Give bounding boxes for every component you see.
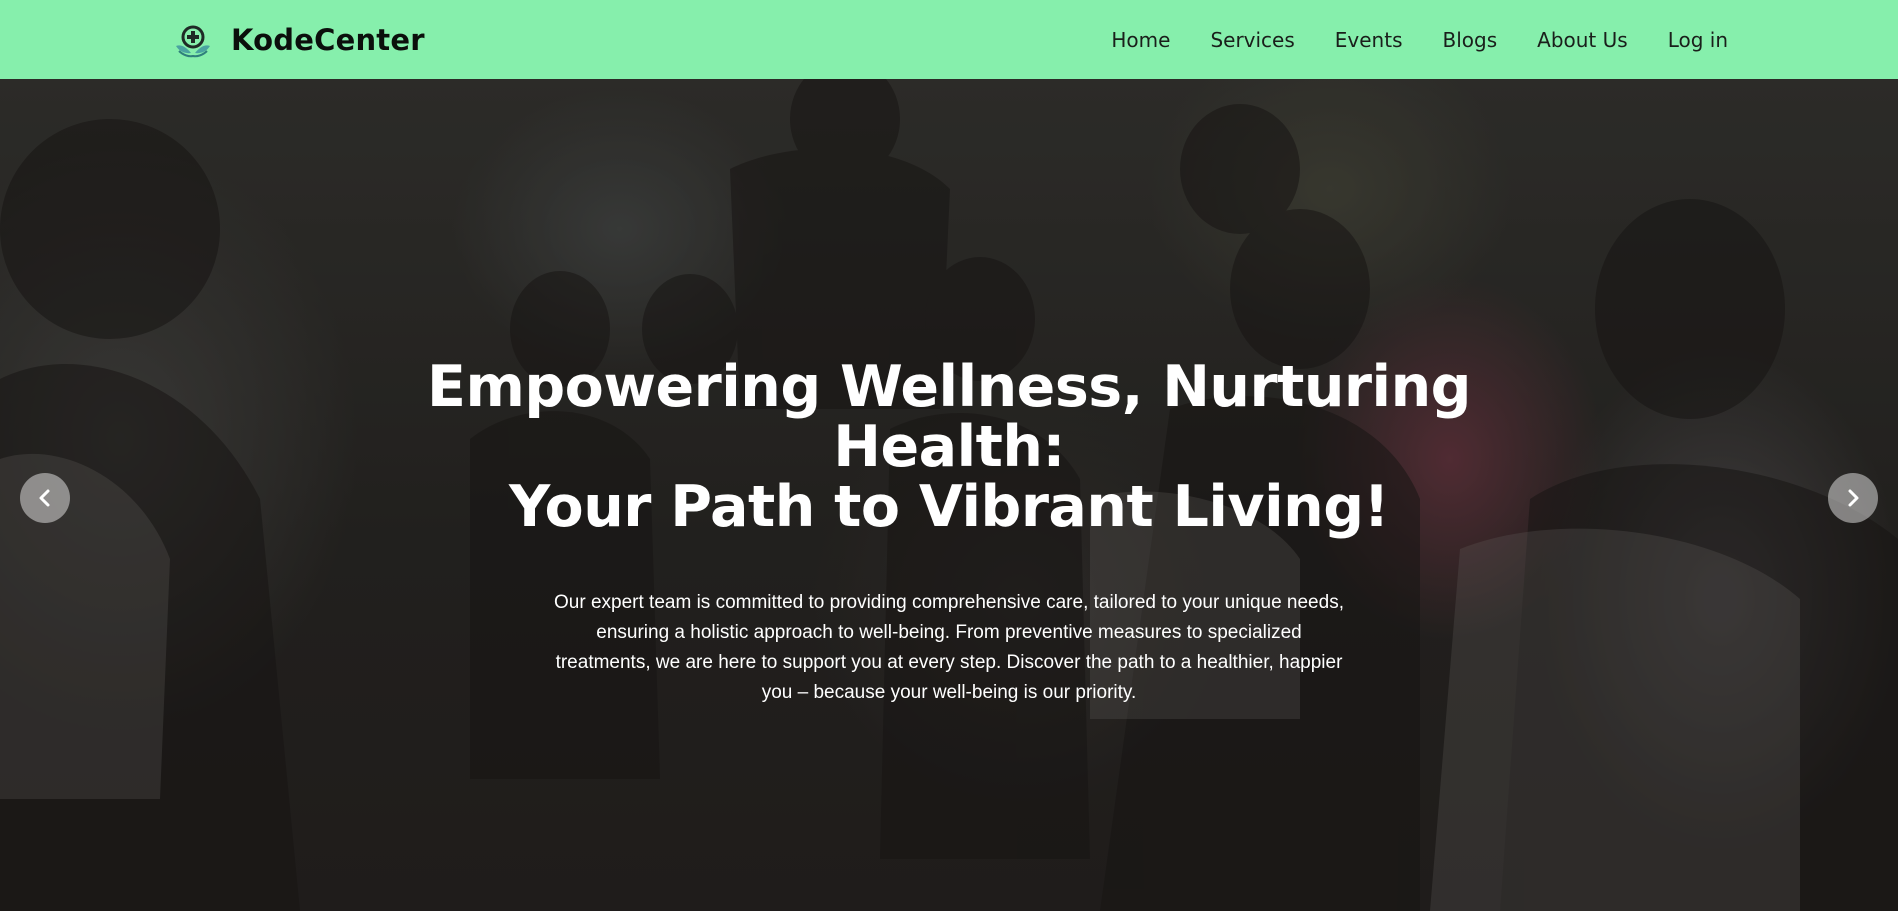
nav-home-link[interactable]: Home [1111, 28, 1170, 52]
nav-blogs-link[interactable]: Blogs [1443, 28, 1498, 52]
hero-content: Empowering Wellness, Nurturing Health: Y… [0, 79, 1898, 911]
hero-title-line-1: Empowering Wellness, Nurturing Health: [427, 354, 1471, 480]
hero-title: Empowering Wellness, Nurturing Health: Y… [369, 357, 1529, 537]
top-navbar: KodeCenter Home Services Events Blogs Ab… [0, 0, 1898, 79]
chevron-left-icon [39, 489, 50, 507]
nav-services-link[interactable]: Services [1210, 28, 1294, 52]
brand[interactable]: KodeCenter [173, 20, 425, 60]
carousel-next-button[interactable] [1828, 473, 1878, 523]
medical-cross-hands-icon [176, 25, 210, 57]
chevron-right-icon [1848, 489, 1859, 507]
carousel-prev-button[interactable] [20, 473, 70, 523]
hero-description: Our expert team is committed to providin… [554, 592, 1344, 703]
hero-carousel: Empowering Wellness, Nurturing Health: Y… [0, 79, 1898, 911]
nav-events-link[interactable]: Events [1335, 28, 1403, 52]
brand-name: KodeCenter [231, 22, 425, 57]
hero-title-line-2: Your Path to Vibrant Living! [509, 474, 1390, 540]
main-nav: Home Services Events Blogs About Us Log … [1111, 28, 1728, 52]
nav-login-link[interactable]: Log in [1668, 28, 1728, 52]
nav-about-us-link[interactable]: About Us [1537, 28, 1628, 52]
